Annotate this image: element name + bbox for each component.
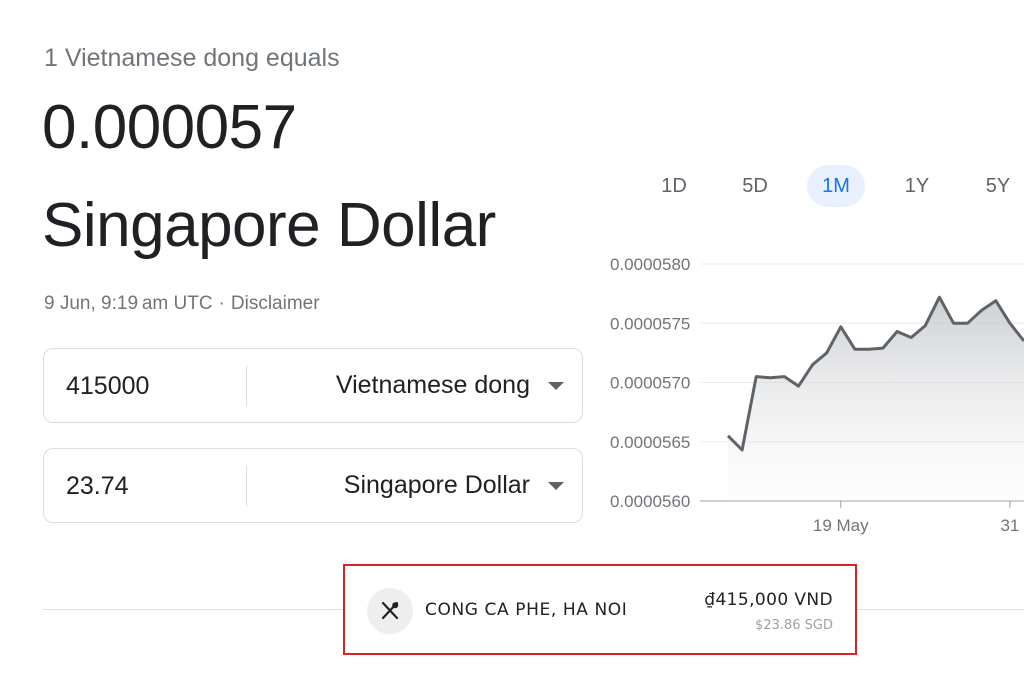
y-tick-label: 0.0000580 <box>610 255 690 274</box>
y-tick-label: 0.0000565 <box>610 433 690 452</box>
rate-meta: 9 Jun, 9:19 am UTC · Disclaimer <box>44 293 320 315</box>
y-tick-label: 0.0000575 <box>610 314 690 333</box>
section-divider <box>43 609 343 610</box>
section-divider <box>858 609 1024 610</box>
from-currency-label: Vietnamese dong <box>335 371 530 399</box>
caret-down-icon <box>548 481 564 490</box>
converted-amount: $23.86 SGD <box>755 618 833 633</box>
range-tab-1y[interactable]: 1Y <box>888 165 946 207</box>
x-tick-label: 31 <box>1000 516 1019 535</box>
time-range-tabs: 1D 5D 1M 1Y 5Y <box>645 165 1024 207</box>
to-currency-label: Singapore Dollar <box>343 471 530 499</box>
from-amount-input[interactable] <box>66 367 236 405</box>
disclaimer-link[interactable]: Disclaimer <box>231 293 320 314</box>
x-tick-label: 19 May <box>813 516 869 535</box>
exchange-rate-value: 0.000057 <box>42 93 297 162</box>
target-currency-name: Singapore Dollar <box>42 191 496 260</box>
transaction-amount: ₫415,000 VND <box>704 590 833 610</box>
rate-history-chart[interactable]: 0.0000580 0.0000575 0.0000570 0.0000565 0.00… <box>600 240 1024 550</box>
range-tab-5d[interactable]: 5D <box>726 165 784 207</box>
range-tab-5y[interactable]: 5Y <box>969 165 1024 207</box>
y-tick-label: 0.0000560 <box>610 492 690 511</box>
timestamp: 9 Jun, 9:19 am UTC <box>44 293 213 314</box>
from-currency-select[interactable]: Vietnamese dong <box>336 349 564 422</box>
meta-separator: · <box>218 293 225 314</box>
to-amount-input[interactable] <box>66 467 236 505</box>
to-currency-row: Singapore Dollar <box>43 448 583 523</box>
field-divider <box>246 366 247 406</box>
range-tab-1m[interactable]: 1M <box>807 165 865 207</box>
merchant-name: CONG CA PHE, HA NOI <box>425 600 628 620</box>
transaction-card: CONG CA PHE, HA NOI ₫415,000 VND $23.86 … <box>343 564 857 655</box>
to-currency-select[interactable]: Singapore Dollar <box>344 449 564 522</box>
y-tick-label: 0.0000570 <box>610 374 690 393</box>
field-divider <box>246 466 247 506</box>
caret-down-icon <box>548 381 564 390</box>
area-fill <box>728 297 1024 501</box>
from-currency-row: Vietnamese dong <box>43 348 583 423</box>
range-tab-1d[interactable]: 1D <box>645 165 703 207</box>
fork-knife-icon <box>367 588 413 634</box>
rate-intro: 1 Vietnamese dong equals <box>44 44 340 72</box>
